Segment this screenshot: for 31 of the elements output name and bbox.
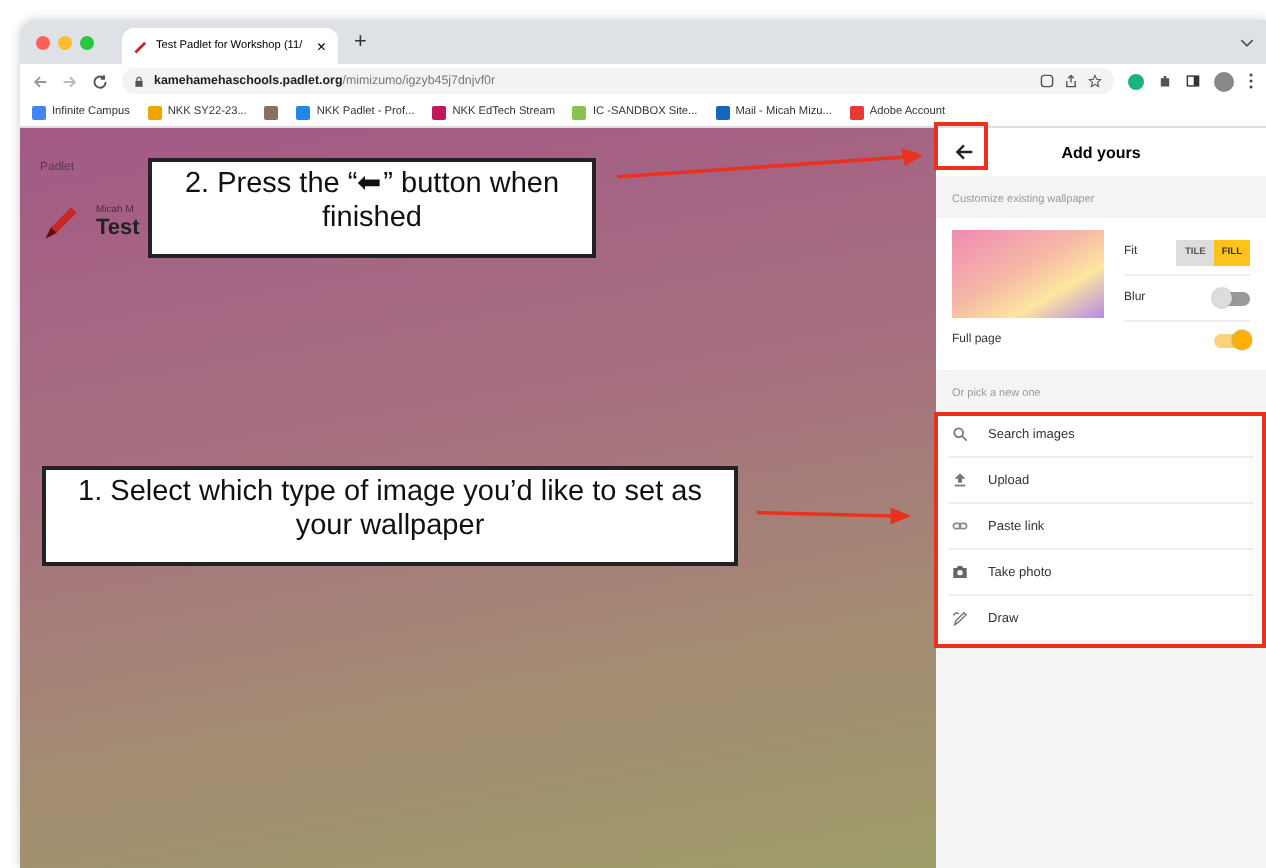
callout-text: 2. Press the “⬅” button when finished	[148, 158, 596, 258]
avatar[interactable]	[1214, 71, 1234, 91]
puzzle-icon[interactable]	[1158, 74, 1172, 88]
extension-icon[interactable]	[1128, 73, 1144, 89]
panel-title: Add yours	[1059, 143, 1143, 161]
share-icon[interactable]	[1064, 74, 1078, 88]
upload-icon	[952, 472, 968, 488]
back-icon[interactable]	[32, 73, 48, 89]
new-tab-button[interactable]: +	[354, 30, 367, 54]
search-icon	[952, 426, 968, 442]
toggle-switch[interactable]	[1214, 291, 1250, 305]
link-icon	[952, 518, 968, 534]
star-icon[interactable]	[1088, 74, 1102, 88]
sidebar-icon[interactable]	[1186, 74, 1200, 88]
menu-icon[interactable]	[1248, 72, 1254, 90]
crayon-icon	[134, 39, 148, 53]
close-window-icon[interactable]	[36, 35, 50, 49]
install-icon[interactable]	[1040, 74, 1054, 88]
chevron-down-icon[interactable]	[1240, 38, 1254, 48]
camera-icon	[952, 564, 968, 580]
bookmark-icon[interactable]	[264, 105, 279, 119]
close-tab-button[interactable]: ×	[316, 37, 326, 55]
callout-text: 1. Select which type of image you’d like to set as your wallpaper	[42, 466, 738, 566]
wallpaper-thumbnail[interactable]	[952, 230, 1104, 318]
padlet-title: Test	[96, 216, 140, 240]
highlight-frame	[934, 122, 988, 170]
back-arrow-icon	[954, 142, 974, 162]
toggle-switch[interactable]	[1214, 333, 1250, 347]
lock-icon	[134, 75, 144, 87]
reload-icon[interactable]	[92, 73, 108, 89]
pen-icon	[952, 610, 968, 626]
